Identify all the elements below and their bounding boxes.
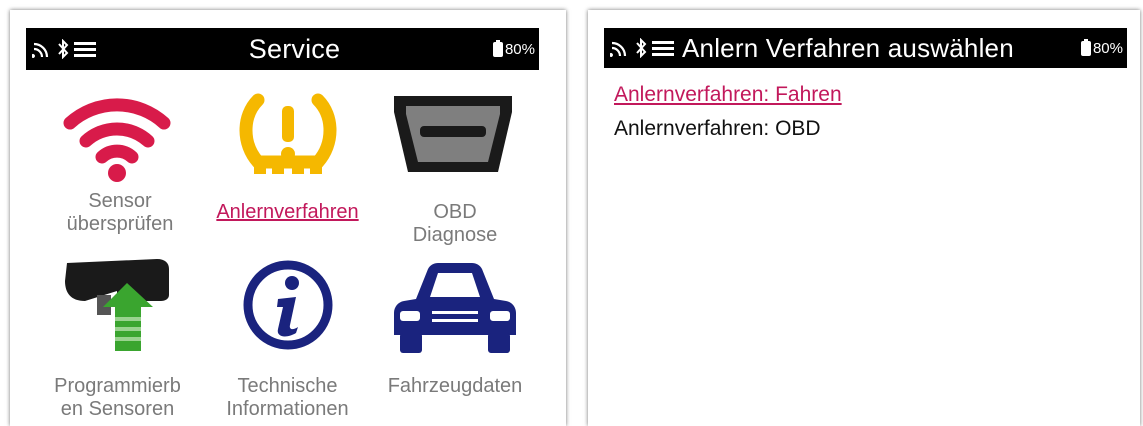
tile-program-sensors[interactable]: Programmierb en Sensoren	[35, 255, 200, 425]
tile-label: Sensor	[88, 190, 152, 212]
tile-label: Programmierb	[54, 375, 181, 397]
battery-status: 80%	[1080, 38, 1127, 57]
tile-label: Anlernverfahren	[216, 201, 359, 223]
obd-connector-icon	[394, 96, 512, 172]
status-icons	[26, 39, 96, 59]
relearn-select-screen: Anlern Verfahren auswählen 80% Anlernver…	[588, 10, 1140, 426]
battery-level: 80%	[504, 40, 535, 58]
tile-relearn[interactable]: Anlernverfahren	[200, 88, 375, 248]
service-screen: Service 80% Sensor übersprüfen Anlernver…	[10, 10, 566, 426]
tile-label: en Sensoren	[60, 398, 175, 420]
status-bar: Anlern Verfahren auswählen 80%	[604, 28, 1127, 68]
tile-sensor-check[interactable]: Sensor übersprüfen	[50, 88, 190, 248]
screen-title: Service	[248, 33, 341, 64]
tile-technical-info[interactable]: Technische Informationen	[205, 255, 370, 425]
menu-icon[interactable]	[74, 40, 96, 58]
tile-label: Technische	[237, 375, 338, 397]
wifi-icon	[63, 98, 171, 182]
tile-label: Informationen	[226, 398, 349, 420]
info-icon	[243, 260, 333, 350]
battery-icon	[1080, 38, 1091, 56]
bluetooth-icon	[58, 39, 69, 59]
tpms-warning-icon	[239, 93, 337, 174]
tile-label: Diagnose	[412, 224, 498, 246]
tile-obd-diagnosis[interactable]: OBD Diagnose	[380, 88, 530, 248]
menu-icon[interactable]	[652, 39, 674, 57]
sensor-program-icon	[65, 259, 169, 351]
status-bar: Service 80%	[26, 28, 539, 70]
tile-vehicle-data[interactable]: Fahrzeugdaten	[370, 255, 540, 425]
bluetooth-icon	[636, 38, 647, 58]
tile-label: übersprüfen	[66, 213, 174, 235]
option-relearn-driving[interactable]: Anlernverfahren: Fahren	[614, 78, 842, 112]
signal-icon	[32, 42, 49, 58]
status-icons	[604, 38, 674, 58]
signal-icon	[610, 41, 627, 57]
tile-label: OBD	[433, 201, 477, 223]
option-relearn-obd[interactable]: Anlernverfahren: OBD	[614, 112, 842, 146]
battery-icon	[492, 39, 503, 57]
car-icon	[394, 263, 516, 353]
battery-level: 80%	[1092, 39, 1123, 57]
tile-label: Fahrzeugdaten	[387, 375, 523, 397]
battery-status: 80%	[492, 39, 539, 58]
relearn-options-list: Anlernverfahren: Fahren Anlernverfahren:…	[614, 78, 842, 146]
screen-title: Anlern Verfahren auswählen	[682, 32, 1014, 63]
